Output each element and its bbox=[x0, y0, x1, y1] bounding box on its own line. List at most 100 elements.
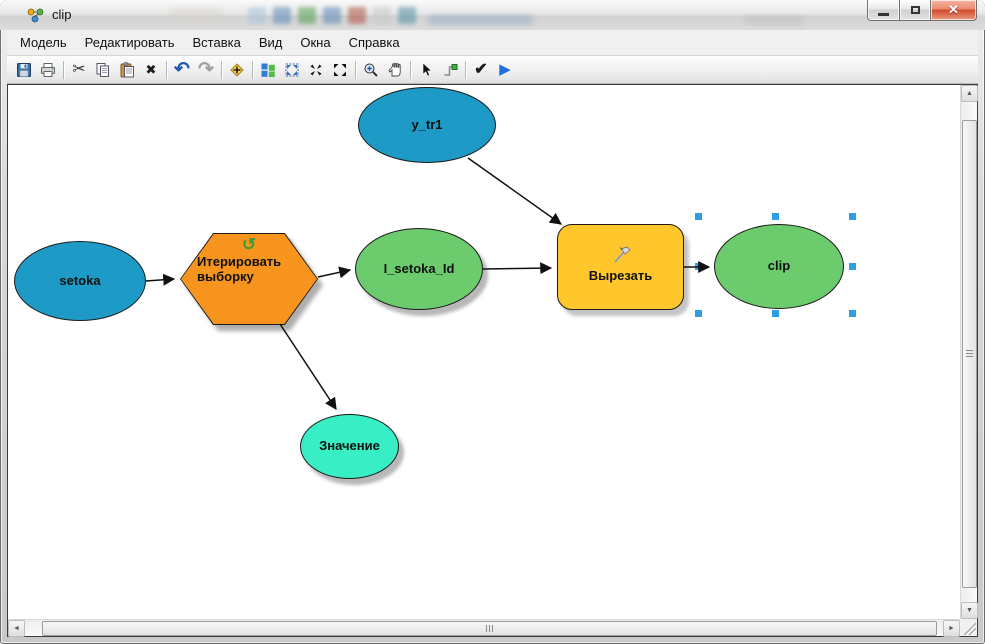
thumb-grip bbox=[485, 625, 494, 632]
node-clip-output[interactable]: clip bbox=[714, 224, 844, 309]
vertical-scrollbar[interactable]: ▲ ▼ bbox=[960, 85, 978, 619]
scroll-left-button[interactable]: ◄ bbox=[8, 620, 25, 637]
edge-isetoka-cut[interactable] bbox=[482, 262, 553, 275]
minimize-icon bbox=[878, 12, 889, 16]
redo-icon: ↷ bbox=[198, 59, 214, 80]
edge-iterate-isetoka[interactable] bbox=[317, 266, 352, 279]
cut-button[interactable]: ✂ bbox=[67, 58, 91, 81]
pan-button[interactable] bbox=[383, 58, 407, 81]
save-button[interactable] bbox=[12, 58, 36, 81]
add-data-icon bbox=[230, 62, 244, 77]
connect-icon bbox=[444, 63, 458, 76]
selection-handle[interactable] bbox=[695, 263, 702, 270]
menu-windows[interactable]: Окна bbox=[291, 31, 339, 54]
node-label: Значение bbox=[319, 438, 380, 454]
redo-button[interactable]: ↷ bbox=[194, 58, 218, 81]
validate-icon: ✔ bbox=[474, 60, 488, 78]
node-label: clip bbox=[767, 258, 791, 274]
resize-grip[interactable] bbox=[963, 622, 976, 635]
selection-handle[interactable] bbox=[849, 263, 856, 270]
selection-handle[interactable] bbox=[695, 310, 702, 317]
scrollbar-corner bbox=[960, 619, 977, 636]
vertical-scrollbar-thumb[interactable] bbox=[962, 120, 977, 588]
menu-help[interactable]: Справка bbox=[340, 31, 409, 54]
titlebar[interactable]: clip ✕ bbox=[0, 0, 985, 30]
menu-view[interactable]: Вид bbox=[250, 31, 292, 54]
edge-iterate-value[interactable] bbox=[279, 323, 337, 411]
run-button[interactable]: ▶ bbox=[493, 58, 517, 81]
full-extent-icon bbox=[285, 63, 299, 76]
horizontal-scrollbar-thumb[interactable] bbox=[42, 621, 937, 636]
paste-icon bbox=[120, 61, 134, 77]
scroll-right-button[interactable]: ► bbox=[943, 620, 960, 637]
pan-icon bbox=[388, 62, 401, 76]
node-clip-tool[interactable]: Вырезать bbox=[557, 224, 684, 310]
validate-button[interactable]: ✔ bbox=[469, 58, 493, 81]
window-controls: ✕ bbox=[867, 0, 977, 21]
fixed-zoom-out-button[interactable] bbox=[328, 58, 352, 81]
node-label: Вырезать bbox=[588, 267, 653, 283]
node-setoka[interactable]: setoka bbox=[14, 241, 146, 321]
titlebar-ghost bbox=[745, 16, 803, 25]
minimize-button[interactable] bbox=[867, 0, 899, 21]
close-button[interactable]: ✕ bbox=[931, 0, 977, 21]
select-button[interactable] bbox=[414, 58, 438, 81]
zoom-in-button[interactable] bbox=[359, 58, 383, 81]
undo-button[interactable]: ↶ bbox=[170, 58, 194, 81]
copy-button[interactable] bbox=[91, 58, 115, 81]
connect-button[interactable] bbox=[438, 58, 462, 81]
cut-icon: ✂ bbox=[72, 60, 86, 78]
toolbar-separator bbox=[221, 60, 222, 79]
titlebar-ghost bbox=[170, 8, 222, 22]
hexagon-content: ↺ Итерировать выборку bbox=[180, 233, 318, 325]
titlebar-ghost-icons bbox=[248, 7, 416, 24]
run-icon: ▶ bbox=[499, 61, 511, 78]
selection-handle[interactable] bbox=[849, 310, 856, 317]
window-title: clip bbox=[52, 7, 72, 22]
menu-insert[interactable]: Вставка bbox=[183, 31, 249, 54]
menu-edit[interactable]: Редактировать bbox=[76, 31, 184, 54]
model-canvas[interactable]: y_tr1 setoka ↺ Итерировать выборку I_set… bbox=[8, 85, 960, 619]
fixed-zoom-in-button[interactable] bbox=[304, 58, 328, 81]
node-i-setoka-id[interactable]: I_setoka_Id bbox=[355, 228, 483, 310]
print-button[interactable] bbox=[36, 58, 60, 81]
close-icon: ✕ bbox=[948, 2, 959, 17]
selection-handle[interactable] bbox=[772, 310, 779, 317]
menu-model[interactable]: Модель bbox=[11, 31, 76, 54]
delete-icon: ✖ bbox=[145, 62, 157, 77]
scroll-up-button[interactable]: ▲ bbox=[961, 85, 978, 102]
edge-ytr1-cut[interactable] bbox=[467, 157, 562, 225]
full-extent-button[interactable] bbox=[280, 58, 304, 81]
node-value[interactable]: Значение bbox=[300, 414, 399, 479]
horizontal-scrollbar[interactable]: ◄ ► bbox=[8, 619, 960, 637]
edge-setoka-iterate[interactable] bbox=[145, 273, 176, 286]
auto-layout-button[interactable] bbox=[256, 58, 280, 81]
save-icon bbox=[17, 62, 31, 77]
modelbuilder-window: clip ✕ Модель Редактировать Вставка Вид … bbox=[0, 0, 985, 644]
selection-handle[interactable] bbox=[772, 213, 779, 220]
node-label: Итерировать выборку bbox=[197, 254, 282, 284]
titlebar-ghost bbox=[428, 15, 533, 25]
add-data-button[interactable] bbox=[225, 58, 249, 81]
toolbar-separator bbox=[355, 60, 356, 79]
toolbar-separator bbox=[63, 60, 64, 79]
copy-icon bbox=[96, 62, 109, 77]
restore-icon bbox=[910, 6, 920, 14]
toolbar: ✂ ✖ ↶ ↷ ✔ ▶ bbox=[7, 56, 978, 84]
maximize-button[interactable] bbox=[899, 0, 931, 21]
fixed-zoom-in-icon bbox=[310, 64, 322, 75]
scroll-down-button[interactable]: ▼ bbox=[961, 602, 978, 619]
node-iterate-selection[interactable]: ↺ Итерировать выборку bbox=[180, 233, 318, 325]
selection-handle[interactable] bbox=[695, 213, 702, 220]
node-y-tr1[interactable]: y_tr1 bbox=[358, 87, 496, 163]
toolbar-separator bbox=[166, 60, 167, 79]
connector-layer bbox=[145, 157, 711, 411]
node-label: y_tr1 bbox=[411, 116, 443, 132]
modelbuilder-app-icon bbox=[27, 8, 44, 23]
paste-button[interactable] bbox=[115, 58, 139, 81]
delete-button[interactable]: ✖ bbox=[139, 58, 163, 81]
fixed-zoom-out-icon bbox=[334, 63, 346, 76]
selection-handle[interactable] bbox=[849, 213, 856, 220]
node-label: setoka bbox=[59, 272, 101, 288]
print-icon bbox=[41, 62, 55, 77]
